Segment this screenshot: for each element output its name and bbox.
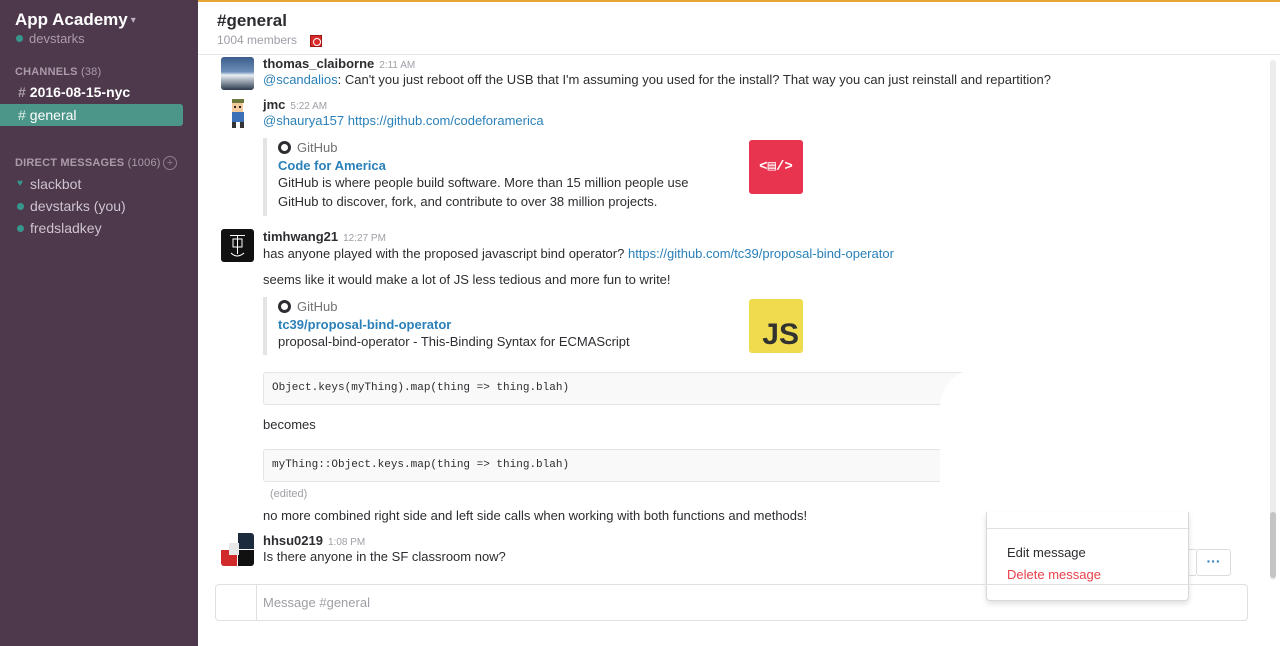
member-count[interactable]: 1004 members — [217, 33, 297, 47]
more-actions-button[interactable]: ··· — [1196, 549, 1231, 576]
link-attachment: GitHub tc39/proposal-bind-operator propo… — [263, 297, 743, 355]
avatar[interactable] — [221, 57, 254, 90]
mention-link[interactable]: @shaurya157 — [263, 113, 344, 128]
attachment-title[interactable]: tc39/proposal-bind-operator — [278, 317, 743, 332]
attachment-description: GitHub to discover, fork, and contribute… — [278, 194, 658, 209]
sender-name[interactable]: hhsu0219 — [263, 533, 323, 548]
timestamp[interactable]: 1:08 PM — [328, 537, 365, 548]
link-attachment: GitHub Code for America GitHub is where … — [263, 138, 743, 216]
message-text: becomes — [263, 417, 316, 432]
current-user[interactable]: devstarks — [16, 31, 85, 46]
sidebar: App Academy ▾ devstarks CHANNELS (38) #20… — [0, 0, 198, 646]
message-text: has anyone played with the proposed java… — [263, 246, 894, 261]
message-text: seems like it would make a lot of JS les… — [263, 272, 671, 287]
message-text: no more combined right side and left sid… — [263, 508, 808, 523]
github-icon — [278, 140, 291, 154]
timestamp[interactable]: 5:22 AM — [290, 101, 327, 112]
attachment-service: GitHub — [278, 138, 743, 156]
avatar[interactable] — [221, 229, 254, 262]
message-composer[interactable]: Message #general — [215, 584, 1248, 621]
js-thumbnail[interactable]: JS — [749, 299, 803, 353]
presence-icon — [17, 224, 24, 232]
menu-divider — [987, 528, 1190, 529]
sender-name[interactable]: timhwang21 — [263, 229, 338, 244]
attachment-title[interactable]: Code for America — [278, 158, 743, 173]
hash-icon: # — [18, 84, 26, 100]
message-text: @shaurya157 https://github.com/codeforam… — [263, 112, 544, 130]
dm-item-fredsladkey[interactable]: fredsladkey — [0, 217, 198, 239]
sender-name[interactable]: thomas_claiborne — [263, 56, 374, 71]
channel-item-2016-08-15-nyc[interactable]: #2016-08-15-nyc — [0, 81, 198, 103]
timestamp[interactable]: 2:11 AM — [379, 60, 415, 71]
scrollbar[interactable] — [1270, 60, 1276, 580]
avatar[interactable] — [221, 533, 254, 566]
timestamp[interactable]: 12:27 PM — [343, 233, 386, 244]
message-text: Is there anyone in the SF classroom now? — [263, 549, 506, 564]
chevron-down-icon: ▾ — [130, 15, 136, 26]
avatar[interactable] — [221, 97, 254, 130]
message-action-button[interactable] — [1188, 549, 1196, 576]
add-dm-icon[interactable]: + — [163, 156, 177, 170]
direct-messages-header[interactable]: DIRECT MESSAGES (1006) — [15, 157, 161, 169]
team-menu[interactable]: App Academy ▾ — [15, 10, 136, 30]
attachment-description: GitHub is where people build software. M… — [278, 175, 689, 190]
channel-header: #general 1004 members — [198, 0, 1280, 55]
edited-label: (edited) — [270, 488, 308, 500]
mention-link[interactable]: @scandalios — [263, 72, 338, 87]
channel-item-general[interactable]: # general — [0, 104, 183, 126]
hash-icon: # — [18, 107, 26, 123]
delete-message-item[interactable]: Delete message — [1007, 567, 1101, 582]
dm-item-slackbot[interactable]: ♥ slackbot — [0, 173, 198, 195]
heart-icon: ♥ — [17, 178, 23, 189]
channels-header[interactable]: CHANNELS (38) — [15, 66, 101, 78]
message-text: @scandalios: Can't you just reboot off t… — [263, 72, 1051, 87]
attachment-service: GitHub — [278, 297, 743, 315]
presence-icon — [17, 202, 24, 210]
presence-icon — [16, 35, 23, 42]
message-input[interactable]: Message #general — [263, 595, 370, 610]
attach-button[interactable] — [216, 585, 257, 620]
url-link[interactable]: https://github.com/tc39/proposal-bind-op… — [628, 246, 894, 261]
channel-title[interactable]: #general — [217, 11, 287, 31]
sender-name[interactable]: jmc — [263, 97, 285, 112]
dm-item-devstarks[interactable]: devstarks (you) — [0, 195, 198, 217]
github-icon — [278, 299, 291, 313]
edit-message-item[interactable]: Edit message — [1007, 545, 1086, 560]
scrollbar-thumb[interactable] — [1270, 512, 1276, 578]
attachment-description: proposal-bind-operator - This-Binding Sy… — [278, 334, 630, 349]
code-for-america-thumbnail[interactable]: <▤/> — [749, 140, 803, 194]
url-link[interactable]: https://github.com/codeforamerica — [348, 113, 544, 128]
pin-icon[interactable] — [310, 35, 322, 47]
menu-backdrop — [940, 368, 1238, 518]
